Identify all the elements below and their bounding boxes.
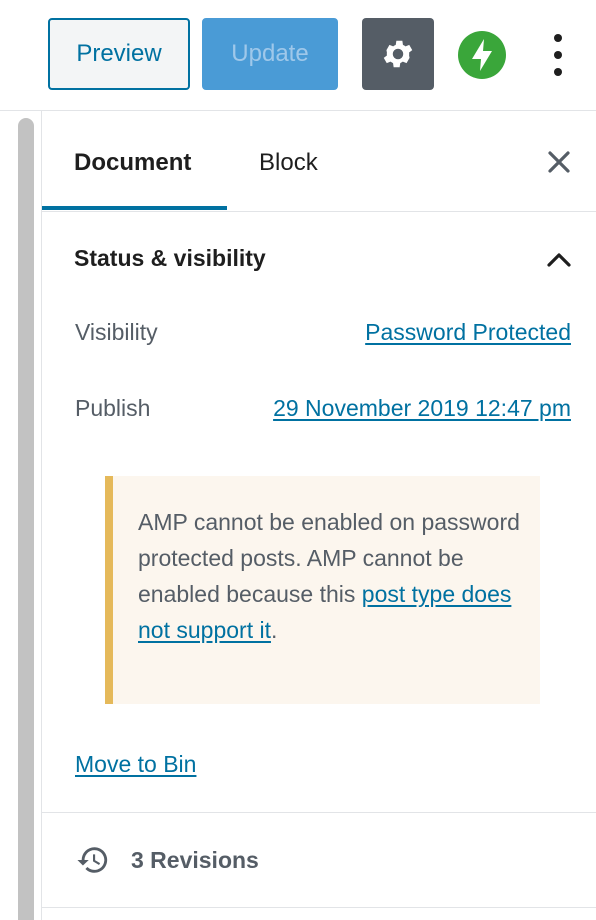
settings-button[interactable]: [362, 18, 434, 90]
chevron-up-icon[interactable]: [544, 247, 574, 271]
sidebar-tabs: Document Block: [42, 111, 596, 212]
panel-divider: [42, 812, 596, 813]
tab-document[interactable]: Document: [74, 149, 191, 177]
vertical-ellipsis-icon: [540, 30, 576, 80]
more-options-button[interactable]: [540, 30, 576, 80]
settings-sidebar: Document Block Status & visibility Visib…: [41, 111, 596, 920]
update-button[interactable]: Update: [202, 18, 338, 90]
editor-header-toolbar: Preview Update: [0, 0, 596, 111]
panel-divider: [42, 907, 596, 908]
visibility-toggle-link[interactable]: Password Protected: [365, 319, 571, 346]
amp-notice-end: .: [270, 617, 278, 643]
active-tab-indicator: [42, 206, 227, 210]
jetpack-button[interactable]: [458, 31, 506, 79]
jetpack-bolt-icon: [472, 39, 492, 71]
preview-button[interactable]: Preview: [48, 18, 190, 90]
revisions-link[interactable]: 3 Revisions: [131, 847, 259, 874]
editor-scrollbar[interactable]: [18, 118, 34, 920]
gear-icon: [383, 40, 413, 68]
amp-notice: AMP cannot be enabled on password protec…: [105, 476, 540, 704]
move-to-bin-link[interactable]: Move to Bin: [75, 751, 196, 778]
visibility-label: Visibility: [75, 319, 158, 345]
tab-block[interactable]: Block: [259, 149, 318, 177]
status-visibility-panel-title[interactable]: Status & visibility: [74, 245, 266, 272]
publish-label: Publish: [75, 395, 151, 421]
publish-date-link[interactable]: 29 November 2019 12:47 pm: [273, 395, 571, 422]
close-icon[interactable]: [544, 147, 574, 177]
history-icon: [77, 847, 108, 873]
